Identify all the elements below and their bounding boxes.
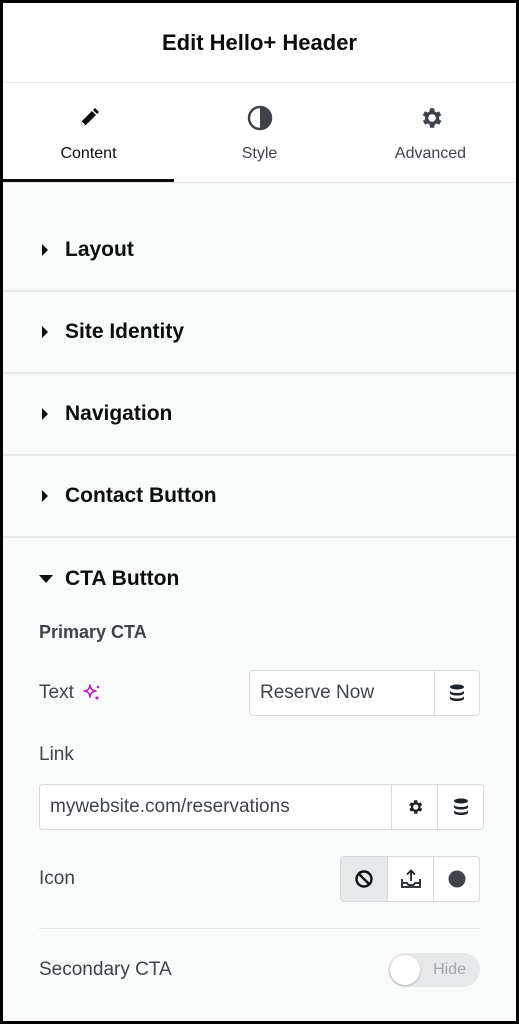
panel-title: Edit Hello+ Header [161, 29, 357, 55]
tab-content[interactable]: Content [3, 83, 174, 182]
secondary-cta-label: Secondary CTA [39, 959, 172, 980]
cta-section-header[interactable]: CTA Button [39, 538, 480, 620]
section-layout[interactable]: Layout [3, 183, 516, 292]
caret-right-icon [39, 244, 51, 256]
icon-choices [340, 856, 480, 902]
circle-icon [448, 870, 465, 888]
section-title: Navigation [65, 402, 173, 425]
link-options-button[interactable] [391, 785, 437, 829]
tab-style[interactable]: Style [174, 83, 345, 182]
half-circle-icon [247, 105, 273, 131]
icon-upload-option[interactable] [387, 857, 433, 901]
section-cta-button: CTA Button Primary CTA Text Link [3, 538, 516, 987]
section-title: CTA Button [65, 567, 180, 590]
caret-right-icon [39, 408, 51, 420]
database-icon [453, 798, 468, 815]
text-input[interactable] [250, 671, 434, 715]
secondary-cta-control: Secondary CTA Hide [39, 953, 480, 987]
section-navigation[interactable]: Navigation [3, 374, 516, 456]
section-title: Site Identity [65, 320, 185, 343]
none-icon [355, 870, 373, 888]
divider [39, 928, 480, 929]
gear-icon [418, 105, 444, 131]
gear-icon [408, 800, 422, 814]
text-label-wrap: Text [39, 682, 102, 704]
tab-label: Advanced [394, 145, 467, 162]
section-site-identity[interactable]: Site Identity [3, 292, 516, 374]
text-label: Text [39, 682, 74, 703]
secondary-cta-toggle[interactable]: Hide [388, 953, 480, 987]
icon-circle-option[interactable] [433, 857, 479, 901]
dynamic-tags-button[interactable] [437, 785, 483, 829]
link-input-group [39, 784, 484, 830]
toggle-label: Hide [433, 961, 466, 978]
tab-advanced[interactable]: Advanced [345, 83, 516, 182]
icon-none-option[interactable] [341, 857, 387, 901]
section-contact-button[interactable]: Contact Button [3, 456, 516, 538]
icon-control: Icon [39, 856, 480, 902]
panel-tabs: Content Style Advanced [3, 83, 516, 183]
icon-label: Icon [39, 868, 75, 889]
editor-panel: Edit Hello+ Header Content Style Advance… [3, 3, 516, 1021]
link-input[interactable] [40, 785, 391, 829]
tab-label: Style [241, 145, 278, 162]
pencil-icon [76, 105, 102, 131]
tab-label: Content [60, 145, 117, 162]
dynamic-tags-button[interactable] [434, 671, 479, 715]
section-title: Layout [65, 238, 134, 261]
link-label: Link [39, 744, 74, 765]
caret-down-icon [39, 573, 53, 585]
text-input-group [249, 670, 480, 716]
section-title: Contact Button [65, 484, 217, 507]
caret-right-icon [39, 326, 51, 338]
primary-cta-heading: Primary CTA [39, 622, 147, 642]
toggle-knob [390, 955, 420, 985]
database-icon [450, 684, 464, 701]
caret-right-icon [39, 490, 51, 502]
upload-icon [400, 869, 421, 888]
panel-header: Edit Hello+ Header [3, 3, 516, 83]
ai-sparkle-icon[interactable] [82, 683, 102, 703]
text-control: Text [39, 670, 480, 716]
